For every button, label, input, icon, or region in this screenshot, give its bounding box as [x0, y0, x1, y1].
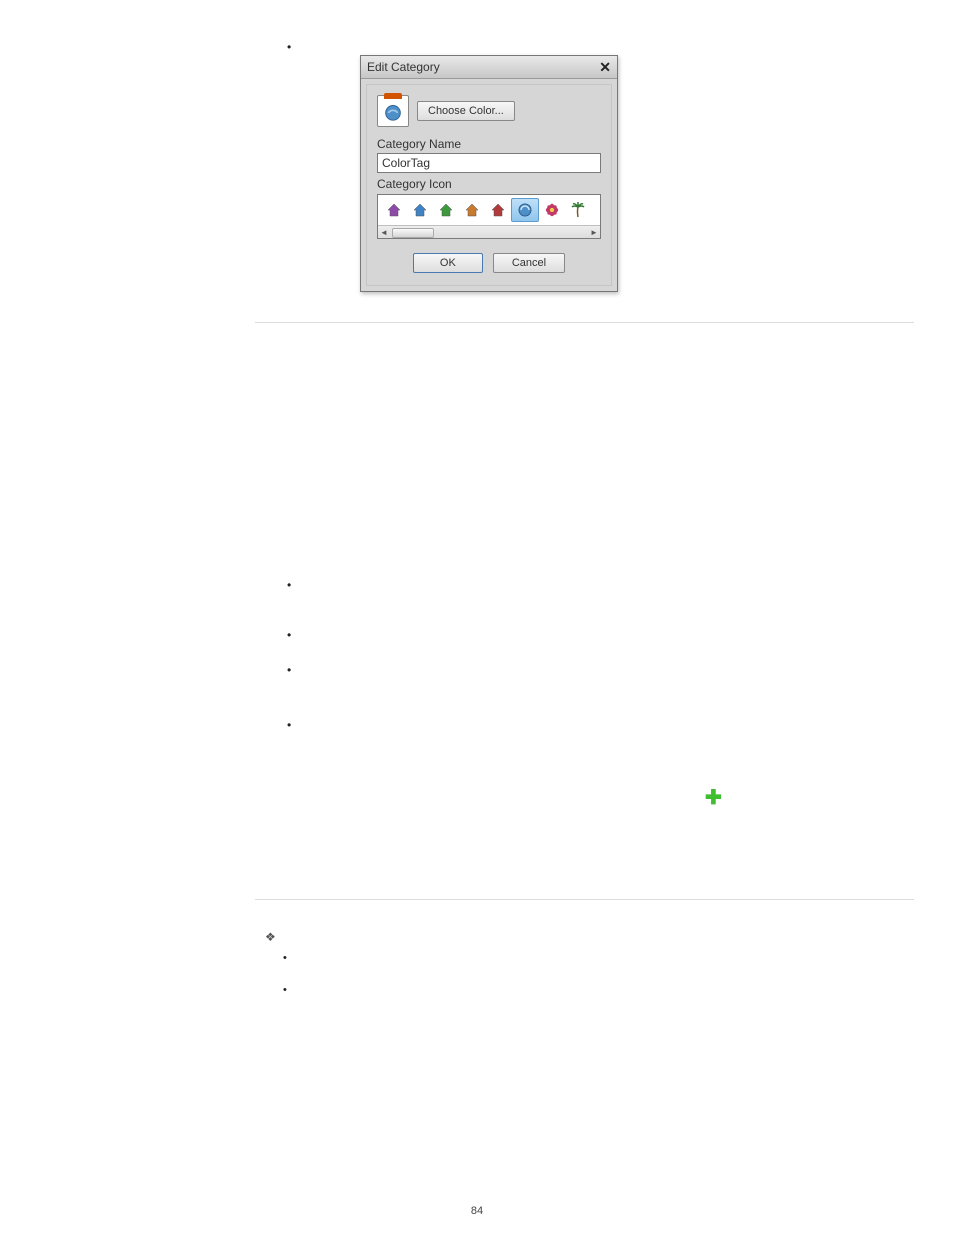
category-icon-option[interactable] [565, 199, 591, 221]
category-icon-option[interactable] [459, 199, 485, 221]
category-icon-option[interactable] [433, 199, 459, 221]
category-icon-option[interactable] [407, 199, 433, 221]
category-icon-option[interactable] [539, 199, 565, 221]
category-icon-option[interactable] [511, 198, 539, 222]
bullet-item [255, 984, 914, 998]
plus-icon[interactable]: ✚ [705, 788, 722, 808]
category-preview-icon [377, 95, 409, 127]
scroll-left-icon[interactable]: ◄ [378, 228, 390, 237]
dialog-title: Edit Category [367, 60, 440, 74]
section-divider [255, 899, 914, 900]
choose-color-button[interactable]: Choose Color... [417, 101, 515, 121]
bullet-item [255, 628, 914, 638]
scroll-right-icon[interactable]: ► [588, 228, 600, 237]
scroll-thumb[interactable] [392, 228, 434, 238]
ok-button[interactable]: OK [413, 253, 483, 273]
bullet-item [255, 663, 914, 673]
page-number: 84 [0, 1205, 954, 1217]
edit-category-dialog: Edit Category ✕ Choose Color... Category… [360, 55, 618, 292]
bullet-item [255, 952, 914, 966]
bullet-item [255, 578, 914, 588]
section-divider [255, 322, 914, 323]
icon-scrollbar[interactable]: ◄ ► [378, 225, 600, 238]
category-name-label: Category Name [377, 137, 601, 151]
category-icon-option[interactable] [381, 199, 407, 221]
category-icon-option[interactable] [485, 199, 511, 221]
dialog-titlebar[interactable]: Edit Category ✕ [361, 56, 617, 79]
bullet-item [255, 718, 914, 728]
diamond-heading [255, 930, 914, 944]
category-icon-picker: ◄ ► [377, 194, 601, 239]
close-icon[interactable]: ✕ [599, 59, 611, 76]
bullet-item: Edit Category ✕ Choose Color... Category… [255, 40, 914, 292]
category-icon-label: Category Icon [377, 177, 601, 191]
category-name-input[interactable] [377, 153, 601, 173]
cancel-button[interactable]: Cancel [493, 253, 565, 273]
